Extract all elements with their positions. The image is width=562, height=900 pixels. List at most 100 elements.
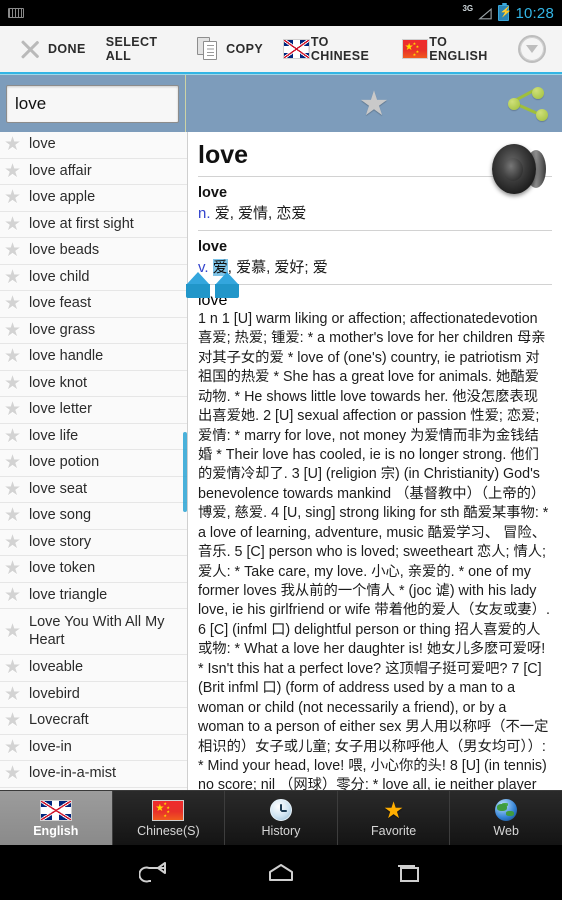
done-button[interactable]: DONE	[8, 26, 96, 72]
list-item-label: love at first sight	[29, 215, 134, 232]
star-icon[interactable]: ★	[4, 374, 21, 393]
list-item[interactable]: ★ love affair	[0, 159, 187, 185]
divider-2	[198, 230, 552, 232]
list-item-label: love apple	[29, 189, 96, 206]
list-item[interactable]: ★ love song	[0, 503, 187, 530]
list-item[interactable]: ★ love at first sight	[0, 212, 187, 238]
list-item[interactable]: ★ loveable	[0, 655, 187, 682]
tab-chinese-s[interactable]: ★ ★ ★ ★ ★ Chinese(S)	[112, 791, 226, 845]
tab-web[interactable]: Web	[450, 791, 562, 845]
star-icon[interactable]: ★	[4, 268, 21, 287]
list-item[interactable]: ★ love token	[0, 556, 187, 583]
star-icon[interactable]: ★	[4, 658, 21, 677]
sense-verb: love v. 爱, 爱慕, 爱好; 爱	[198, 238, 552, 284]
list-item[interactable]: ★ love seat	[0, 477, 187, 503]
nav-recents-button[interactable]	[388, 858, 428, 888]
star-icon[interactable]: ★	[4, 241, 21, 260]
search-box-wrapper	[0, 74, 186, 133]
list-item[interactable]: ★ love	[0, 132, 187, 159]
star-icon[interactable]: ★	[4, 162, 21, 181]
nav-back-button[interactable]	[134, 858, 174, 888]
list-item[interactable]: ★ love life	[0, 424, 187, 450]
sense-verb-translation: , 爱慕, 爱好; 爱	[227, 258, 328, 276]
star-icon[interactable]: ★	[4, 764, 21, 783]
star-icon[interactable]: ★	[4, 321, 21, 340]
list-item[interactable]: ★ love letter	[0, 397, 187, 424]
list-item-label: love-in	[29, 738, 72, 755]
search-input[interactable]	[6, 84, 179, 123]
list-item[interactable]: ★ love knot	[0, 371, 187, 397]
list-item[interactable]: ★ love beads	[0, 238, 187, 265]
bottom-tab-bar: English ★ ★ ★ ★ ★ Chinese(S) History ★ Favorite We…	[0, 790, 562, 845]
speaker-icon[interactable]	[486, 140, 552, 198]
star-icon[interactable]: ★	[4, 294, 21, 313]
star-icon[interactable]: ★	[4, 586, 21, 605]
content-area: ★ love ★ love affair ★ love apple ★ love at fir…	[0, 132, 562, 803]
list-item[interactable]: ★ love handle	[0, 344, 187, 371]
list-item[interactable]: ★ love child	[0, 265, 187, 291]
list-item-label: Love You With All My Heart	[29, 614, 165, 648]
word-list[interactable]: ★ love ★ love affair ★ love apple ★ love at fir…	[0, 132, 188, 803]
list-item-label: love potion	[29, 454, 100, 471]
star-icon[interactable]: ★	[4, 480, 21, 499]
share-node-2	[532, 86, 544, 99]
star-icon[interactable]: ★	[4, 215, 21, 234]
tab-label: History	[261, 824, 301, 838]
star-icon: ★	[383, 796, 404, 823]
sense-long-word-text: love	[198, 291, 228, 309]
tab-history[interactable]: History	[225, 791, 338, 845]
collapse-toolbar-button[interactable]	[510, 35, 554, 63]
list-item[interactable]: ★ love apple	[0, 185, 187, 212]
to-english-button[interactable]: ★ ★ ★ ★ ★ TO ENGLISH	[392, 26, 510, 72]
list-item[interactable]: ★ Love You With All My Heart	[0, 609, 187, 655]
share-button[interactable]	[508, 86, 548, 121]
list-item[interactable]: ★ Lovecraft	[0, 708, 187, 735]
list-item[interactable]: ★ love story	[0, 530, 187, 556]
list-item[interactable]: ★ love triangle	[0, 583, 187, 609]
to-chinese-button[interactable]: TO CHINESE	[273, 26, 391, 72]
sense-verb-word: love	[198, 239, 228, 256]
list-item[interactable]: ★ lovebird	[0, 682, 187, 708]
list-item-label: Lovecraft	[29, 712, 89, 729]
star-icon[interactable]: ★	[4, 738, 21, 757]
list-item[interactable]: ★ love grass	[0, 318, 187, 344]
back-icon	[138, 861, 166, 882]
star-icon[interactable]: ★	[4, 400, 21, 419]
recent-apps-icon	[398, 864, 420, 882]
star-icon[interactable]: ★	[4, 427, 21, 446]
uk-flag-icon	[39, 798, 72, 822]
list-item-label: love child	[29, 268, 90, 285]
list-item[interactable]: ★ love-in	[0, 735, 187, 761]
list-item-label: love triangle	[29, 586, 108, 603]
star-icon[interactable]: ★	[4, 685, 21, 704]
selected-text[interactable]: 爱	[212, 258, 228, 276]
select-all-button[interactable]: SELECT ALL	[96, 26, 187, 72]
star-icon[interactable]: ★	[4, 347, 21, 366]
nav-home-button[interactable]	[261, 858, 301, 888]
copy-button[interactable]: COPY	[187, 26, 273, 72]
list-item[interactable]: ★ love-in-a-mist	[0, 761, 187, 788]
tab-favorite[interactable]: ★ Favorite	[337, 791, 451, 845]
sense-noun-gloss: n. 爱, 爱情, 恋爱	[198, 204, 552, 224]
star-icon[interactable]: ★	[4, 559, 21, 578]
star-icon[interactable]: ★	[4, 453, 21, 472]
tab-label: Chinese(S)	[137, 824, 200, 838]
list-scrollbar[interactable]	[183, 432, 187, 512]
star-icon[interactable]: ★	[4, 533, 21, 552]
tab-english[interactable]: English	[0, 791, 113, 845]
favorite-star-button[interactable]: ★	[359, 87, 389, 121]
star-icon[interactable]: ★	[4, 622, 21, 641]
star-icon[interactable]: ★	[4, 188, 21, 207]
star-icon[interactable]: ★	[4, 711, 21, 730]
star-icon[interactable]: ★	[4, 135, 21, 154]
list-item-label: love knot	[29, 374, 88, 391]
done-label: DONE	[48, 42, 86, 56]
definition-pane[interactable]: love love n. 爱, 爱情, 恋爱 love v. 爱, 爱慕, 爱好…	[188, 132, 562, 803]
list-item-label: love	[29, 136, 56, 153]
list-item-label: love seat	[29, 480, 88, 497]
list-item-label: love song	[29, 507, 92, 524]
sense-noun-pos: n.	[198, 204, 211, 222]
list-item[interactable]: ★ love potion	[0, 450, 187, 477]
star-icon[interactable]: ★	[4, 506, 21, 525]
list-item[interactable]: ★ love feast	[0, 291, 187, 318]
